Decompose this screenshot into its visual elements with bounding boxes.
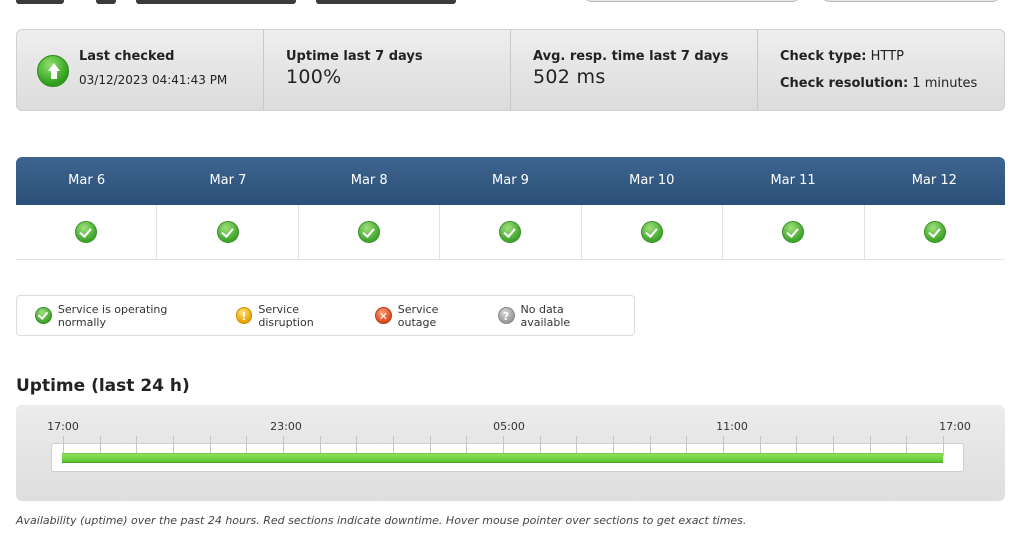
last-checked-value: 03/12/2023 04:41:43 PM [79, 73, 228, 87]
day-header: Mar 7 [209, 173, 247, 188]
legend-ok: Service is operating normally [35, 303, 218, 329]
check-type: Check type: HTTP [780, 49, 1004, 64]
response-time-cell: Avg. resp. time last 7 days 502 ms [510, 30, 757, 110]
day-status-cell[interactable] [156, 205, 297, 259]
tick-label: 05:00 [493, 420, 525, 433]
ok-check-icon [358, 221, 381, 243]
check-type-label: Check type: [780, 49, 867, 64]
day-header: Mar 12 [911, 173, 957, 188]
uptime-footnote: Availability (uptime) over the past 24 h… [16, 514, 747, 527]
legend-outage: ✕ Service outage [374, 302, 480, 329]
uptime-24h-panel: 17:00 23:00 05:00 11:00 17:00 [16, 405, 1005, 501]
tick-label: 17:00 [47, 420, 79, 433]
check-resolution: Check resolution: 1 minutes [780, 76, 1004, 91]
header-button-right[interactable] [820, 0, 1002, 2]
check-type-value: HTTP [870, 49, 904, 64]
ok-check-icon [923, 221, 946, 243]
ok-check-icon [499, 221, 522, 243]
tick-label: 11:00 [716, 420, 748, 433]
outage-x-icon: ✕ [374, 307, 392, 324]
ok-check-icon [216, 221, 239, 243]
legend-disruption-label: Service disruption [258, 302, 314, 329]
ok-check-icon [782, 221, 805, 243]
uptime-cell: Uptime last 7 days 100% [263, 30, 510, 110]
up-arrow-icon [37, 55, 69, 87]
tick-label: 23:00 [270, 420, 302, 433]
warning-icon: ! [235, 307, 253, 324]
status-legend: Service is operating normally ! Service … [16, 295, 635, 336]
response-time-value: 502 ms [533, 66, 606, 88]
legend-ok-label: Service is operating normally [57, 302, 168, 329]
legend-disruption: ! Service disruption [235, 302, 357, 329]
timeline-hour-tick [943, 436, 944, 456]
status-summary: Last checked 03/12/2023 04:41:43 PM Upti… [16, 29, 1005, 111]
last-checked-label: Last checked [79, 49, 175, 64]
day-status-cell[interactable] [16, 205, 156, 259]
day-header: Mar 10 [629, 173, 675, 188]
day-header: Mar 8 [350, 173, 388, 188]
daily-status-table: Mar 6 Mar 7 Mar 8 Mar 9 Mar 10 Mar 11 Ma… [16, 157, 1005, 260]
day-status-cell[interactable] [863, 205, 1005, 259]
day-status-cell[interactable] [439, 205, 580, 259]
response-time-label: Avg. resp. time last 7 days [533, 49, 729, 64]
day-header: Mar 11 [770, 173, 816, 188]
day-header: Mar 6 [68, 173, 106, 188]
day-status-cell[interactable] [297, 205, 439, 259]
day-status-cell[interactable] [722, 205, 863, 259]
timeline-tick-labels: 17:00 23:00 05:00 11:00 17:00 [16, 420, 1005, 434]
tick-label: 17:00 [939, 420, 971, 433]
day-header: Mar 9 [492, 173, 529, 188]
day-status-cell[interactable] [580, 205, 722, 259]
daily-status-row [16, 205, 1005, 260]
check-info-cell: Check type: HTTP Check resolution: 1 min… [757, 30, 1004, 110]
check-resolution-label: Check resolution: [780, 76, 909, 91]
uptime-value: 100% [286, 66, 342, 88]
uptime-24h-title: Uptime (last 24 h) [16, 376, 190, 396]
legend-outage-label: Service outage [397, 302, 439, 329]
uptime-timeline[interactable] [51, 436, 964, 472]
daily-status-header: Mar 6 Mar 7 Mar 8 Mar 9 Mar 10 Mar 11 Ma… [16, 157, 1005, 205]
ok-check-icon [640, 221, 663, 243]
header-button-left[interactable] [582, 0, 802, 2]
legend-no-data: ? No data available [497, 302, 616, 329]
page-title-remnant [16, 0, 456, 8]
uptime-bar[interactable] [62, 453, 943, 463]
last-checked-cell: Last checked 03/12/2023 04:41:43 PM [17, 30, 263, 110]
ok-check-icon [75, 221, 98, 243]
ok-check-icon [35, 307, 52, 324]
uptime-label: Uptime last 7 days [286, 49, 423, 64]
check-resolution-value: 1 minutes [912, 76, 978, 91]
question-icon: ? [497, 307, 515, 324]
legend-no-data-label: No data available [520, 302, 571, 329]
